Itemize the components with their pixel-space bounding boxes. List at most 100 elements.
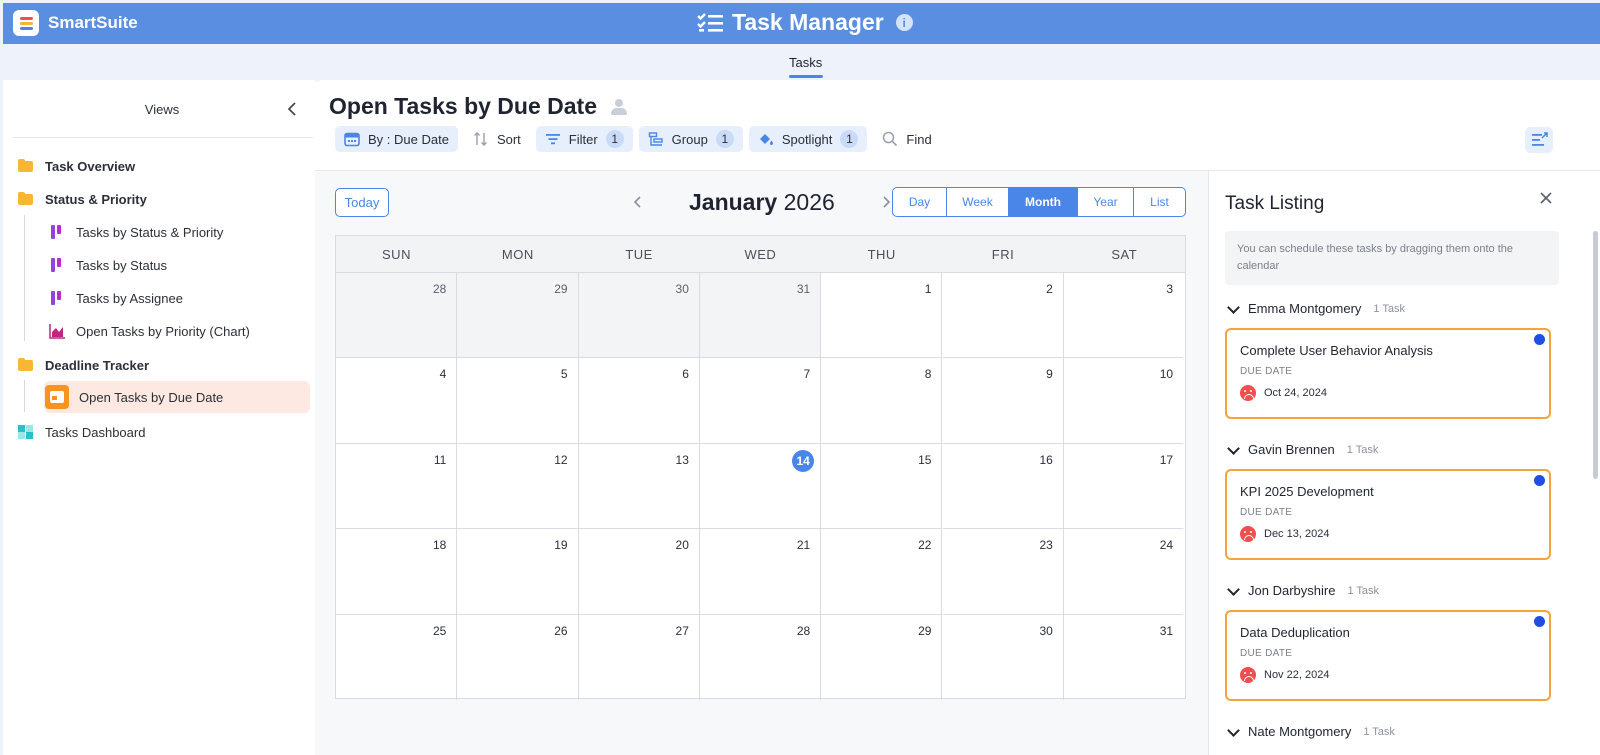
sidebar-item-open-tasks-by-priority-chart[interactable]: Open Tasks by Priority (Chart): [48, 316, 250, 346]
day-cell[interactable]: 20: [578, 529, 700, 615]
sidebar-item-label: Open Tasks by Due Date: [79, 389, 224, 405]
group-by-date-button[interactable]: By : Due Date: [335, 126, 458, 152]
view-week-button[interactable]: Week: [947, 188, 1009, 216]
day-cell[interactable]: 29: [821, 614, 943, 700]
date-number: 12: [554, 452, 568, 467]
sidebar-item-status-priority[interactable]: Status & Priority: [17, 184, 147, 214]
day-cell[interactable]: 1: [821, 273, 943, 359]
day-cell[interactable]: 24: [1063, 529, 1184, 615]
day-cell[interactable]: 15: [821, 443, 943, 530]
kanban-icon: [48, 256, 66, 274]
task-card[interactable]: KPI 2025 Development DUE DATE Dec 13, 20…: [1225, 469, 1551, 560]
view-month-button[interactable]: Month: [1009, 188, 1078, 216]
day-cell[interactable]: 11: [336, 443, 458, 530]
weekday-label: THU: [867, 247, 896, 262]
info-icon[interactable]: i: [895, 14, 913, 31]
date-number: 26: [554, 623, 568, 638]
tree-line: [24, 380, 25, 412]
day-cell-other-month[interactable]: 30: [578, 273, 700, 359]
due-date-value: Oct 24, 2024: [1264, 387, 1327, 399]
day-cell[interactable]: 13: [578, 443, 700, 530]
day-cell[interactable]: 16: [942, 443, 1064, 530]
sidebar-item-label: Tasks by Assignee: [76, 290, 183, 306]
sidebar-item-tasks-dashboard[interactable]: Tasks Dashboard: [17, 417, 145, 447]
close-icon: [1540, 192, 1552, 204]
day-cell-other-month[interactable]: 31: [699, 273, 822, 359]
day-cell[interactable]: 5: [457, 358, 579, 444]
listing-scrollbar[interactable]: [1593, 231, 1598, 479]
sort-button[interactable]: Sort: [464, 126, 530, 152]
assignee-group-header[interactable]: Nate Montgomery 1 Task: [1227, 724, 1395, 739]
date-number: 29: [918, 623, 932, 638]
toggle-listing-button[interactable]: [1525, 127, 1553, 153]
sidebar-item-label: Status & Priority: [45, 191, 147, 207]
sidebar-item-label: Task Overview: [45, 158, 136, 174]
day-cell[interactable]: 10: [1063, 358, 1184, 444]
active-tab-indicator: [789, 75, 823, 78]
day-cell-other-month[interactable]: 28: [336, 273, 458, 359]
assignee-group-header[interactable]: Jon Darbyshire 1 Task: [1227, 583, 1379, 598]
day-cell[interactable]: 3: [1063, 273, 1184, 359]
day-cell[interactable]: 4: [336, 358, 458, 444]
sidebar-item-task-overview[interactable]: Task Overview: [17, 151, 135, 181]
assignee-group-header[interactable]: Emma Montgomery 1 Task: [1227, 301, 1405, 316]
tab-tasks[interactable]: Tasks: [789, 55, 822, 70]
date-number: 27: [675, 623, 689, 638]
day-cell[interactable]: 12: [457, 443, 579, 530]
task-card[interactable]: Complete User Behavior Analysis DUE DATE…: [1225, 328, 1551, 419]
sidebar-item-tasks-by-status[interactable]: Tasks by Status: [48, 250, 167, 280]
filter-button[interactable]: Filter 1: [535, 126, 633, 152]
day-cell[interactable]: 25: [336, 614, 458, 700]
brand[interactable]: SmartSuite: [13, 10, 138, 36]
day-cell[interactable]: 28: [700, 614, 822, 700]
collapse-sidebar-button[interactable]: [284, 100, 302, 118]
sidebar-item-tasks-by-status-priority[interactable]: Tasks by Status & Priority: [48, 217, 223, 247]
month-grid: SUN MON TUE WED THU FRI SAT 28 29 30 31 1 2 3 4 5 6 7 8 9 1…: [335, 235, 1186, 700]
day-cell[interactable]: 8: [821, 358, 943, 444]
views-sidebar: Views Task Overview Status & Priority Ta…: [3, 80, 321, 755]
overdue-sad-face-icon: [1240, 385, 1256, 401]
previous-month-button[interactable]: [630, 192, 644, 212]
weekday-label: SUN: [382, 247, 411, 262]
day-cell[interactable]: 22: [821, 529, 943, 615]
assignee-name: Jon Darbyshire: [1248, 583, 1336, 598]
find-button[interactable]: Find: [873, 126, 940, 152]
day-cell[interactable]: 26: [457, 614, 579, 700]
close-listing-button[interactable]: [1539, 189, 1553, 210]
page-title: Open Tasks by Due Date: [329, 93, 629, 120]
day-cell[interactable]: 19: [457, 529, 579, 615]
task-title: Data Deduplication: [1240, 625, 1350, 640]
day-cell[interactable]: 14: [699, 443, 822, 530]
sidebar-item-open-tasks-by-due-date[interactable]: Open Tasks by Due Date: [45, 382, 223, 412]
day-cell[interactable]: 30: [943, 614, 1064, 700]
day-cell[interactable]: 21: [699, 529, 822, 615]
day-cell-other-month[interactable]: 29: [457, 273, 579, 359]
view-year-button[interactable]: Year: [1078, 188, 1134, 216]
sidebar-item-deadline-tracker[interactable]: Deadline Tracker: [17, 350, 149, 380]
day-cell[interactable]: 31: [1064, 615, 1183, 700]
group-button[interactable]: Group 1: [638, 126, 743, 152]
date-number: 30: [1039, 623, 1053, 638]
day-cell[interactable]: 18: [336, 529, 458, 615]
day-cell[interactable]: 23: [942, 529, 1064, 615]
task-card[interactable]: Data Deduplication DUE DATE Nov 22, 2024: [1225, 610, 1551, 701]
date-number: 13: [675, 452, 689, 467]
day-cell[interactable]: 17: [1063, 444, 1184, 530]
sidebar-item-label: Tasks by Status: [76, 257, 168, 273]
day-cell[interactable]: 7: [699, 358, 822, 444]
day-cell[interactable]: 6: [578, 358, 700, 444]
shared-users-icon[interactable]: [609, 98, 629, 115]
day-cell[interactable]: 27: [579, 614, 700, 700]
day-cell[interactable]: 2: [942, 273, 1064, 359]
today-button[interactable]: Today: [335, 188, 389, 217]
assignee-group-header[interactable]: Gavin Brennen 1 Task: [1227, 442, 1378, 457]
day-cell[interactable]: 9: [942, 358, 1064, 444]
view-list-button[interactable]: List: [1134, 188, 1185, 216]
group-label: Group: [671, 131, 708, 147]
date-number: 7: [803, 367, 811, 382]
sidebar-item-tasks-by-assignee[interactable]: Tasks by Assignee: [48, 283, 183, 313]
view-day-button[interactable]: Day: [893, 188, 947, 216]
sidebar-item-label: Tasks Dashboard: [45, 424, 146, 440]
spotlight-button[interactable]: Spotlight 1: [748, 126, 868, 152]
date-number: 16: [1039, 452, 1053, 467]
